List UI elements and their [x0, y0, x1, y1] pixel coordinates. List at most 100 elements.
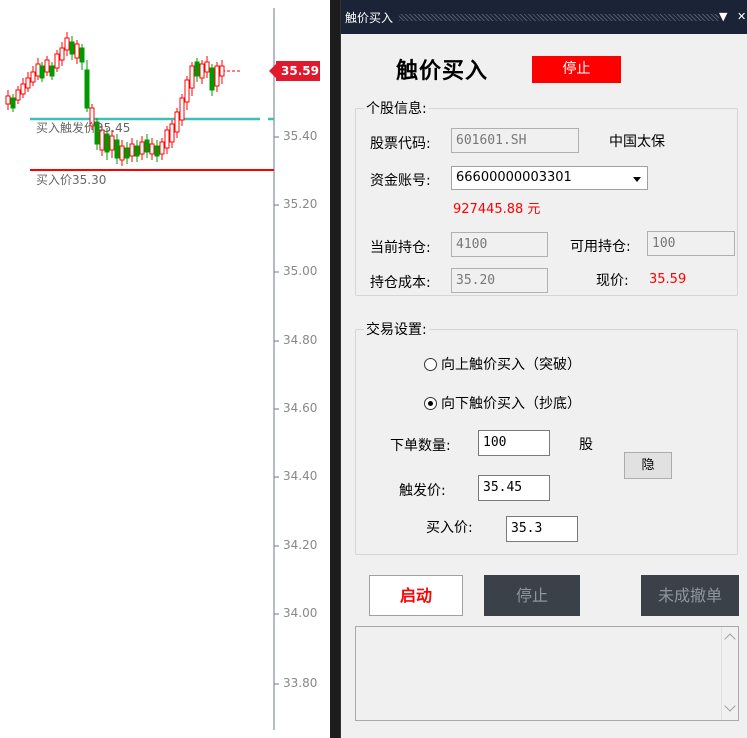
candle-body: [194, 61, 200, 77]
log-scrollbar[interactable]: [721, 627, 738, 720]
candle-body: [49, 65, 55, 77]
candle-body: [64, 37, 70, 51]
candle-body: [84, 69, 90, 109]
quantity-input[interactable]: 100: [478, 430, 550, 456]
chevron-down-icon[interactable]: [724, 700, 736, 712]
candlestick-plot: [5, 8, 279, 730]
quantity-label: 下单数量:: [390, 438, 451, 454]
position-field[interactable]: 4100: [451, 232, 548, 257]
radio-selected-icon: [424, 396, 437, 410]
stock-code-field[interactable]: 601601.SH: [451, 128, 579, 153]
kline-chart[interactable]: 35.59 买入触发价35.45 买入价35.30 35.40 35.20 35…: [0, 0, 332, 738]
candle-body: [54, 53, 60, 69]
candle-body: [164, 129, 170, 149]
account-select-value: 66600000003301: [456, 170, 572, 185]
candle-body: [74, 43, 80, 59]
current-price-value: 35.59: [649, 272, 687, 287]
trigger-price-input[interactable]: 35.45: [478, 475, 550, 501]
candle-body: [25, 77, 31, 89]
candle-body: [35, 63, 41, 77]
candle-body: [169, 123, 175, 143]
candle-body: [179, 97, 185, 121]
chevron-up-icon[interactable]: [724, 633, 736, 645]
radio-touch-up-label: 向上触价买入（突破）: [441, 357, 581, 373]
stock-name: 中国太保: [609, 134, 665, 150]
y-tick-label: 35.40: [283, 129, 318, 143]
y-tick-label: 34.40: [283, 469, 318, 483]
chevron-down-icon[interactable]: ▼: [719, 10, 727, 23]
available-label: 可用持仓:: [570, 239, 631, 255]
candle-body: [204, 61, 210, 73]
candle-body: [184, 79, 190, 103]
available-field[interactable]: 100: [647, 231, 735, 256]
start-button[interactable]: 启动: [369, 575, 463, 616]
candle-body: [139, 141, 145, 155]
candle-body: [174, 111, 180, 133]
candle-body: [149, 143, 155, 155]
radio-touch-up[interactable]: 向上触价买入（突破）: [424, 354, 581, 374]
candle-body: [119, 145, 125, 161]
y-tick-label: 34.00: [283, 606, 318, 620]
titlebar-grip: [399, 14, 719, 21]
candle-body: [159, 141, 165, 155]
stock-info-legend: 个股信息:: [366, 101, 427, 117]
candle-body: [20, 83, 26, 95]
y-tick-label: 35.20: [283, 197, 318, 211]
y-tick-label: 35.00: [283, 264, 318, 278]
y-tick-label: 34.20: [283, 538, 318, 552]
radio-touch-down-label: 向下触价买入（抄底）: [441, 396, 581, 412]
close-icon[interactable]: ✕: [737, 10, 746, 23]
candle-body: [124, 147, 130, 159]
buy-price-input[interactable]: 35.3: [506, 516, 578, 542]
log-textarea[interactable]: [355, 626, 739, 721]
trigger-line-label: 买入触发价35.45: [36, 121, 131, 135]
candle-body: [189, 65, 195, 89]
cancel-unfilled-button[interactable]: 未成撤单: [641, 575, 739, 616]
candle-body: [114, 139, 120, 159]
candle-body: [129, 143, 135, 157]
candle-body: [144, 139, 150, 153]
radio-touch-down[interactable]: 向下触价买入（抄底）: [424, 393, 581, 413]
candle-body: [154, 145, 160, 157]
candle-body: [214, 65, 220, 87]
account-select[interactable]: 66600000003301: [451, 166, 648, 190]
y-tick-label: 34.60: [283, 401, 318, 415]
panel-splitter[interactable]: [330, 0, 340, 738]
radio-circle-icon: [424, 357, 437, 371]
candle-body: [44, 59, 50, 73]
candle-body: [30, 71, 36, 83]
stop-button[interactable]: 停止: [484, 575, 580, 616]
candle-body: [109, 135, 115, 151]
candle-body: [219, 65, 225, 77]
buy-line-label: 买入价35.30: [36, 173, 107, 187]
candle-body: [15, 89, 21, 101]
account-label: 资金账号:: [370, 173, 431, 189]
candle-body: [134, 145, 140, 157]
y-tick-label: 33.80: [283, 676, 318, 690]
candle-body: [104, 133, 110, 153]
quantity-unit: 股: [579, 437, 593, 453]
panel-title: 触价买入: [345, 11, 394, 25]
hide-button[interactable]: 隐: [624, 452, 672, 479]
candle-body: [209, 67, 215, 91]
candle-body: [199, 63, 205, 79]
page-title: 触价买入: [396, 59, 489, 84]
current-price-badge: 35.59: [269, 61, 320, 81]
stock-code-label: 股票代码:: [370, 136, 431, 152]
position-label: 当前持仓:: [370, 240, 431, 256]
cost-field[interactable]: 35.20: [451, 268, 548, 293]
candle-body: [39, 65, 45, 79]
status-stop-button[interactable]: 停止: [532, 56, 621, 83]
candle-body: [59, 47, 65, 61]
candle-body: [10, 97, 16, 109]
touch-buy-panel: 触价买入 ▼ ✕ 触价买入 停止 个股信息: 股票代码: 601601.SH 中…: [340, 0, 747, 738]
trigger-price-label: 触发价:: [399, 483, 446, 499]
y-tick-label: 34.80: [283, 333, 318, 347]
chevron-down-icon: [633, 177, 641, 182]
trade-settings-legend: 交易设置:: [366, 322, 427, 338]
panel-titlebar[interactable]: 触价买入 ▼ ✕: [341, 0, 747, 34]
candle-body: [5, 95, 11, 105]
cost-label: 持仓成本:: [370, 275, 431, 291]
candle-body: [79, 47, 85, 63]
balance-value: 927445.88 元: [453, 202, 541, 217]
